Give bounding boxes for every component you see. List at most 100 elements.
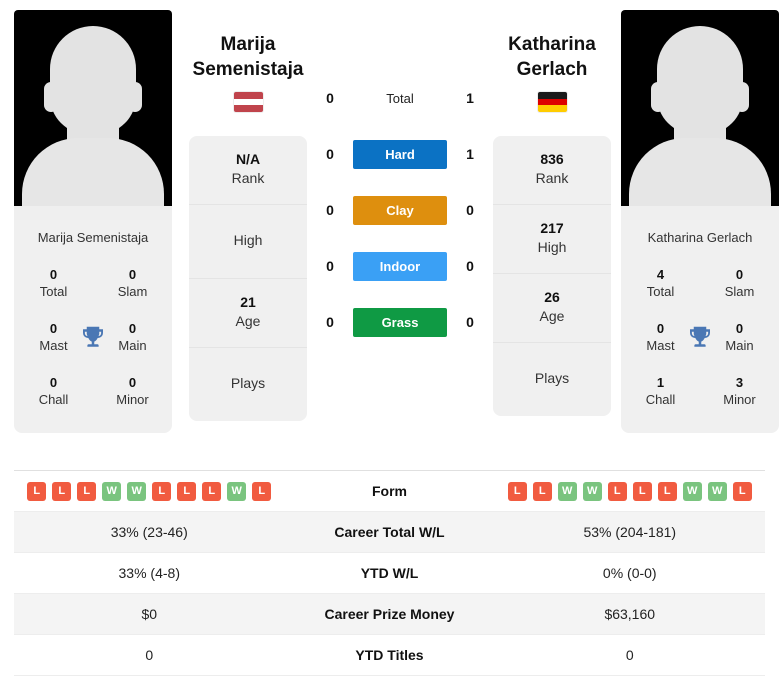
flag-band-top bbox=[233, 92, 263, 99]
label: Minor bbox=[116, 392, 149, 407]
form-badge-loss[interactable]: L bbox=[77, 481, 97, 501]
row-label-ytd-titles: YTD Titles bbox=[355, 647, 424, 663]
label: Rank bbox=[231, 170, 265, 186]
left-titles-total: 0 Total bbox=[14, 257, 93, 311]
form-badge-win[interactable]: W bbox=[227, 481, 247, 501]
form-badge-loss[interactable]: L bbox=[607, 481, 627, 501]
right-ytd-titles: 0 bbox=[625, 647, 634, 663]
right-titles-minor: 3 Minor bbox=[700, 365, 779, 419]
left-career-wl: 33% (23-46) bbox=[110, 524, 188, 540]
right-titles-total: 4 Total bbox=[621, 257, 700, 311]
left-player-name: Marija Semenistaja bbox=[193, 10, 304, 82]
h2h-row-indoor: 0 Indoor 0 bbox=[307, 238, 493, 294]
form-badge-loss[interactable]: L bbox=[732, 481, 752, 501]
left-titles-grid: 0 Total 0 Slam 0 Mast 0 Main 0 Chall 0 M… bbox=[14, 257, 172, 419]
left-prize-money: $0 bbox=[141, 606, 158, 622]
surface-badge-hard[interactable]: Hard bbox=[353, 139, 447, 169]
avatar-ear-left bbox=[651, 82, 665, 112]
label: Plays bbox=[534, 370, 570, 386]
h2h-row-grass: 0 Grass 0 bbox=[307, 294, 493, 350]
avatar-floor bbox=[14, 206, 172, 220]
value: 0 bbox=[128, 375, 137, 390]
right-info-plays: Plays bbox=[493, 343, 611, 416]
label: Slam bbox=[724, 284, 755, 299]
value: 217 bbox=[540, 220, 564, 236]
left-titles-card: Marija Semenistaja 0 Total 0 Slam 0 Mast bbox=[14, 220, 172, 433]
right-info-high: 217 High bbox=[493, 205, 611, 274]
right-ytd-wl: 0% (0-0) bbox=[602, 565, 657, 581]
form-badge-win[interactable]: W bbox=[682, 481, 702, 501]
form-badge-loss[interactable]: L bbox=[27, 481, 47, 501]
h2h-right-score: 1 bbox=[466, 146, 474, 162]
label: Age bbox=[539, 308, 565, 324]
left-player-flag-latvia bbox=[233, 92, 263, 112]
value: 0 bbox=[49, 267, 58, 282]
form-badge-loss[interactable]: L bbox=[177, 481, 197, 501]
row-label-form: Form bbox=[372, 483, 407, 499]
left-player-name-label: Marija Semenistaja bbox=[37, 230, 149, 245]
h2h-label-total: Total bbox=[386, 90, 414, 106]
label: Total bbox=[39, 284, 68, 299]
form-badge-win[interactable]: W bbox=[707, 481, 727, 501]
right-form-list: LLWWLLLWWL bbox=[495, 481, 766, 501]
avatar-body bbox=[629, 138, 771, 206]
avatar-floor bbox=[621, 206, 779, 220]
value: 3 bbox=[735, 375, 744, 390]
left-player-name-line2: Semenistaja bbox=[192, 59, 304, 80]
value: 0 bbox=[735, 267, 744, 282]
h2h-right-score: 0 bbox=[466, 314, 474, 330]
h2h-row-clay: 0 Clay 0 bbox=[307, 182, 493, 238]
surface-badge-clay[interactable]: Clay bbox=[353, 195, 447, 225]
left-ytd-titles: 0 bbox=[145, 647, 154, 663]
right-titles-slam: 0 Slam bbox=[700, 257, 779, 311]
form-badge-loss[interactable]: L bbox=[657, 481, 677, 501]
right-player-flag-germany bbox=[537, 92, 567, 112]
form-badge-win[interactable]: W bbox=[582, 481, 602, 501]
right-info-age: 26 Age bbox=[493, 274, 611, 343]
right-player-info-card: 836 Rank 217 High 26 Age Plays bbox=[493, 136, 611, 416]
form-badge-loss[interactable]: L bbox=[152, 481, 172, 501]
left-titles-minor: 0 Minor bbox=[93, 365, 172, 419]
trophy-icon bbox=[83, 326, 103, 347]
label: Chall bbox=[645, 392, 676, 407]
surface-badge-indoor[interactable]: Indoor bbox=[353, 251, 447, 281]
form-badge-win[interactable]: W bbox=[557, 481, 577, 501]
right-prize-money: $63,160 bbox=[604, 606, 656, 622]
left-info-rank: N/A Rank bbox=[189, 136, 307, 205]
left-player-identity-column: Marija Semenistaja N/A Rank High 21 Age bbox=[189, 10, 307, 421]
left-titles-slam: 0 Slam bbox=[93, 257, 172, 311]
value: 836 bbox=[540, 151, 564, 167]
avatar-ear-right bbox=[128, 82, 142, 112]
left-info-high: High bbox=[189, 205, 307, 279]
flag-band-bottom bbox=[537, 105, 567, 112]
trophy-icon bbox=[690, 326, 710, 347]
form-badge-loss[interactable]: L bbox=[252, 481, 272, 501]
left-player-photo bbox=[14, 10, 172, 220]
form-badge-loss[interactable]: L bbox=[532, 481, 552, 501]
surface-badge-grass[interactable]: Grass bbox=[353, 307, 447, 337]
form-badge-loss[interactable]: L bbox=[52, 481, 72, 501]
form-badge-win[interactable]: W bbox=[127, 481, 147, 501]
left-player-name-line1: Marija bbox=[220, 34, 276, 55]
label: Minor bbox=[723, 392, 756, 407]
table-row-career-wl: 33% (23-46) Career Total W/L 53% (204-18… bbox=[14, 512, 765, 553]
form-badge-loss[interactable]: L bbox=[202, 481, 222, 501]
left-ytd-wl: 33% (4-8) bbox=[118, 565, 180, 581]
right-titles-chall: 1 Chall bbox=[621, 365, 700, 419]
table-row-form: LLLWWLLLWL Form LLWWLLLWWL bbox=[14, 471, 765, 512]
form-badge-win[interactable]: W bbox=[102, 481, 122, 501]
table-row-prize-money: $0 Career Prize Money $63,160 bbox=[14, 594, 765, 635]
right-player-name-line1: Katharina bbox=[508, 34, 596, 55]
right-player-name-label: Katharina Gerlach bbox=[647, 230, 753, 245]
label: High bbox=[537, 239, 567, 255]
label: Slam bbox=[117, 284, 148, 299]
form-badge-loss[interactable]: L bbox=[507, 481, 527, 501]
avatar-ear-right bbox=[735, 82, 749, 112]
value: N/A bbox=[235, 151, 261, 167]
form-badge-loss[interactable]: L bbox=[632, 481, 652, 501]
value: 21 bbox=[240, 294, 256, 310]
avatar-body bbox=[22, 138, 164, 206]
row-label-ytd-wl: YTD W/L bbox=[360, 565, 419, 581]
left-player-info-card: N/A Rank High 21 Age Plays bbox=[189, 136, 307, 421]
comparison-header: Marija Semenistaja 0 Total 0 Slam 0 Mast bbox=[0, 0, 779, 470]
